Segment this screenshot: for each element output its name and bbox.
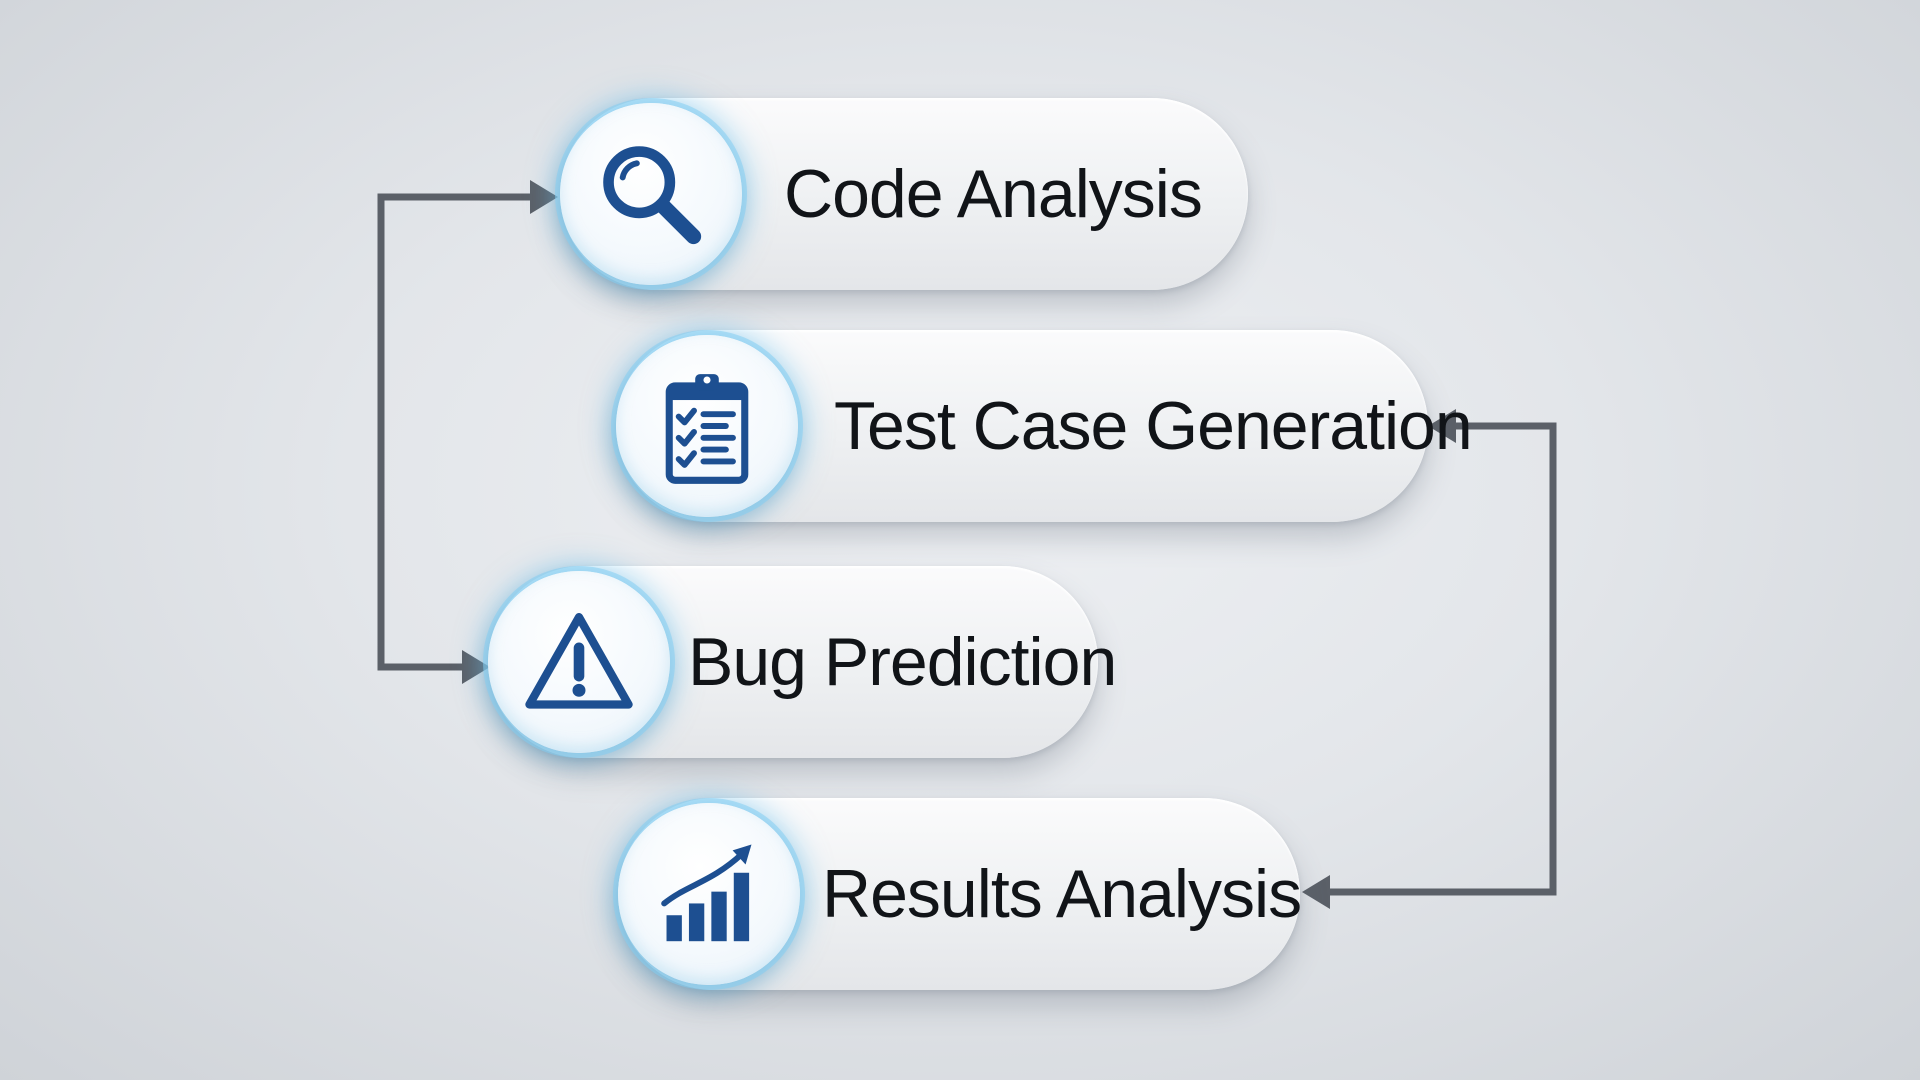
warning-triangle-icon (525, 613, 633, 709)
connector-line-left (377, 193, 532, 671)
arrowhead-to-code-analysis (530, 180, 558, 214)
step-icon-circle (560, 103, 742, 285)
clipboard-checklist-icon (665, 374, 749, 484)
step-bug-prediction: Bug Prediction (488, 566, 1117, 758)
step-icon-circle (616, 335, 798, 517)
step-label: Results Analysis (822, 856, 1302, 932)
step-test-case-generation: Test Case Generation (616, 330, 1473, 522)
connector-left (377, 193, 532, 671)
arrowhead-to-results-analysis (1302, 875, 1330, 909)
step-icon-circle (488, 571, 670, 753)
step-label: Test Case Generation (834, 388, 1473, 464)
step-code-analysis: Code Analysis (560, 98, 1248, 290)
step-label: Bug Prediction (688, 624, 1117, 700)
bar-chart-trend-icon (661, 844, 752, 942)
step-icon-circle (618, 803, 800, 985)
arrowhead-to-bug-prediction (462, 650, 490, 684)
magnifying-glass-icon (603, 146, 702, 245)
step-label: Code Analysis (784, 156, 1203, 232)
step-results-analysis: Results Analysis (618, 798, 1302, 990)
